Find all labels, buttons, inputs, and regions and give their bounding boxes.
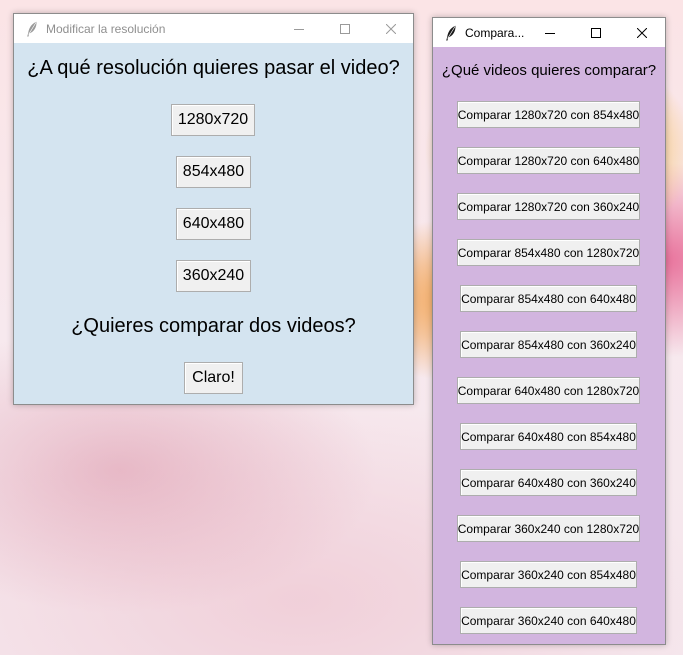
resolution-640x480-button[interactable]: 640x480 [176, 208, 251, 240]
feather-icon [24, 21, 40, 37]
resolution-360x240-button[interactable]: 360x240 [176, 260, 251, 292]
compare-360x240-640x480-button[interactable]: Comparar 360x240 con 640x480 [460, 607, 637, 634]
close-icon [637, 27, 647, 38]
close-button[interactable] [368, 14, 414, 43]
maximize-button[interactable] [573, 18, 619, 47]
compare-360x240-1280x720-button[interactable]: Comparar 360x240 con 1280x720 [457, 515, 640, 542]
close-icon [386, 23, 396, 34]
window-title: Modificar la resolución [46, 21, 166, 36]
minimize-button[interactable] [527, 18, 573, 47]
maximize-icon [591, 27, 601, 38]
window-title: Compara... [465, 25, 525, 40]
compare-yes-button[interactable]: Claro! [184, 362, 243, 394]
compare-videos-question: ¿Qué videos quieres comparar? [441, 62, 657, 79]
compare-854x480-1280x720-button[interactable]: Comparar 854x480 con 1280x720 [457, 239, 640, 266]
resolution-window-body: ¿A qué resolución quieres pasar el video… [14, 43, 413, 404]
compare-1280x720-854x480-button[interactable]: Comparar 1280x720 con 854x480 [457, 101, 640, 128]
compare-window-titlebar[interactable]: Compara... [433, 18, 665, 47]
compare-640x480-360x240-button[interactable]: Comparar 640x480 con 360x240 [460, 469, 637, 496]
compare-640x480-854x480-button[interactable]: Comparar 640x480 con 854x480 [460, 423, 637, 450]
resolution-question: ¿A qué resolución quieres pasar el video… [27, 57, 400, 79]
resolution-window-titlebar[interactable]: Modificar la resolución [14, 14, 413, 43]
minimize-icon [294, 24, 304, 34]
maximize-icon [340, 23, 350, 34]
compare-1280x720-640x480-button[interactable]: Comparar 1280x720 con 640x480 [457, 147, 640, 174]
compare-window-body: ¿Qué videos quieres comparar? Comparar 1… [433, 47, 665, 644]
compare-854x480-640x480-button[interactable]: Comparar 854x480 con 640x480 [460, 285, 637, 312]
feather-icon [443, 25, 459, 41]
compare-360x240-854x480-button[interactable]: Comparar 360x240 con 854x480 [460, 561, 637, 588]
minimize-icon [545, 28, 555, 38]
close-button[interactable] [619, 18, 665, 47]
compare-1280x720-360x240-button[interactable]: Comparar 1280x720 con 360x240 [457, 193, 640, 220]
minimize-button[interactable] [276, 14, 322, 43]
resolution-window: Modificar la resolución ¿A qué resolució… [13, 13, 414, 405]
resolution-1280x720-button[interactable]: 1280x720 [171, 104, 255, 136]
compare-window: Compara... ¿Qué videos quieres comparar?… [432, 17, 666, 645]
maximize-button[interactable] [322, 14, 368, 43]
compare-question: ¿Quieres comparar dos videos? [71, 315, 356, 337]
resolution-854x480-button[interactable]: 854x480 [176, 156, 251, 188]
compare-640x480-1280x720-button[interactable]: Comparar 640x480 con 1280x720 [457, 377, 640, 404]
compare-854x480-360x240-button[interactable]: Comparar 854x480 con 360x240 [460, 331, 637, 358]
